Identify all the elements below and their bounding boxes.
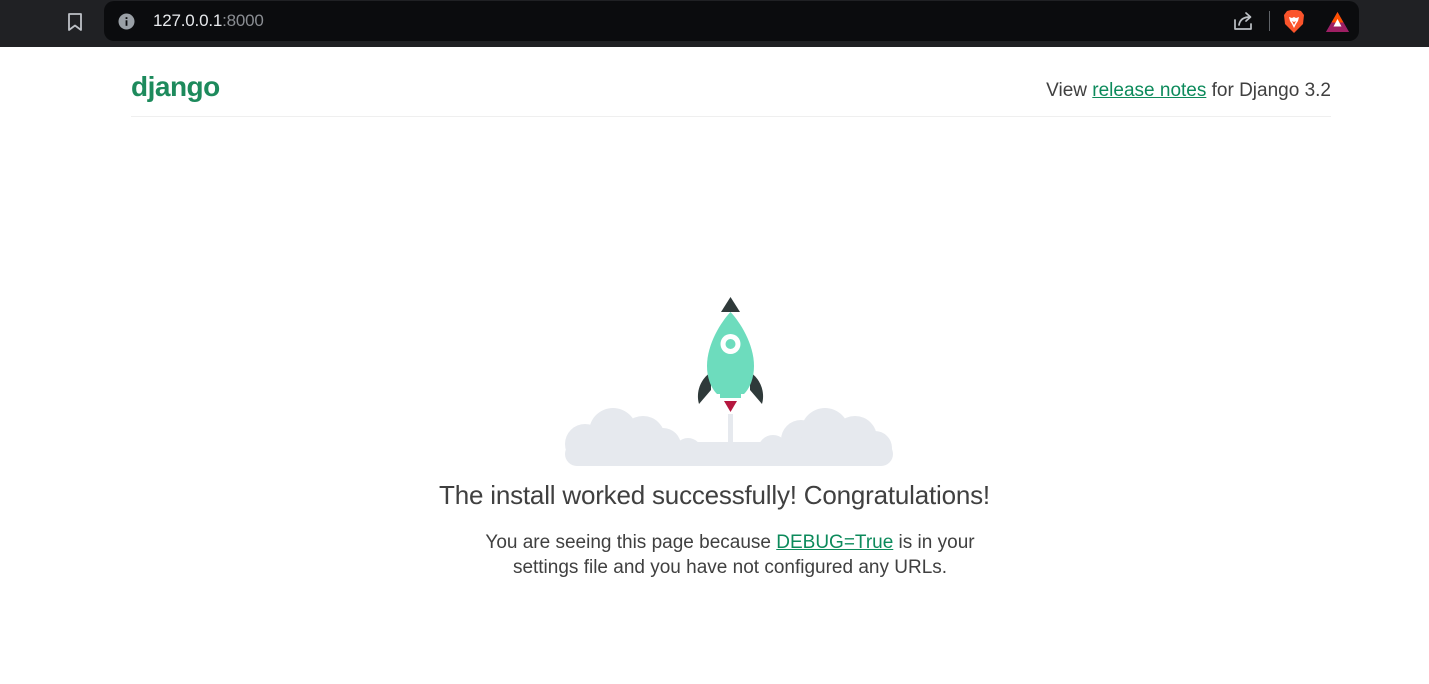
release-notes-text: View release notes for Django 3.2: [1046, 80, 1331, 102]
page-title: The install worked successfully! Congrat…: [439, 480, 990, 510]
bookmark-icon[interactable]: [66, 12, 84, 32]
rocket-icon: [565, 297, 893, 466]
rocket-illustration: [563, 294, 895, 468]
debug-docs-link[interactable]: DEBUG=True: [776, 532, 893, 553]
share-icon[interactable]: [1232, 10, 1254, 32]
release-suffix: for Django 3.2: [1206, 80, 1331, 101]
release-prefix: View: [1046, 80, 1093, 101]
page-header: django View release notes for Django 3.2: [131, 47, 1331, 117]
url-host: 127.0.0.1: [153, 11, 223, 30]
django-logo[interactable]: django: [131, 71, 220, 103]
info-icon[interactable]: [118, 13, 135, 30]
page-description: You are seeing this page because DEBUG=T…: [464, 530, 996, 580]
desc-prefix: You are seeing this page because: [485, 532, 777, 553]
url-text[interactable]: 127.0.0.1:8000: [153, 11, 264, 31]
brave-shield-icon[interactable]: [1283, 9, 1305, 34]
release-notes-link[interactable]: release notes: [1092, 80, 1206, 101]
brave-rewards-icon[interactable]: [1325, 11, 1350, 33]
url-port: :8000: [222, 11, 264, 30]
address-bar[interactable]: 127.0.0.1:8000: [104, 1, 1359, 41]
toolbar-divider: [1269, 11, 1270, 31]
browser-toolbar: 127.0.0.1:8000: [0, 0, 1429, 47]
